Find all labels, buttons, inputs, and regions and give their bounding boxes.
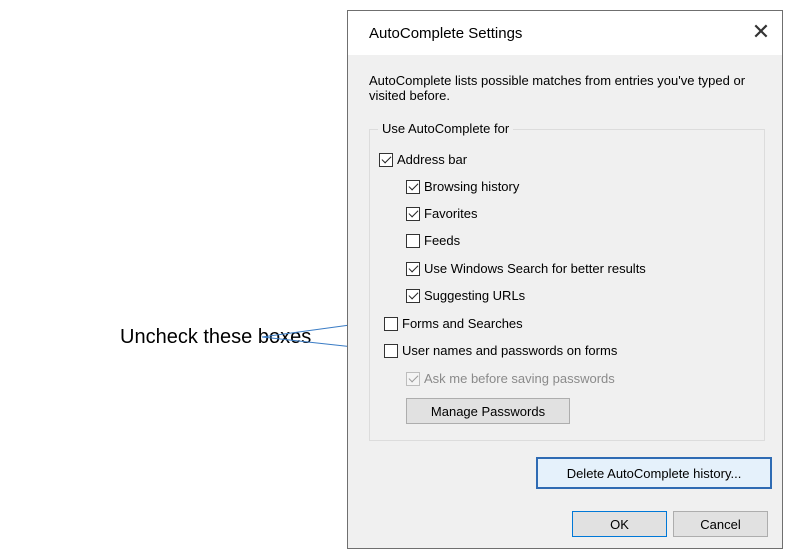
checkbox-box[interactable] xyxy=(406,179,420,194)
checkbox-suggesting-urls[interactable]: Suggesting URLs xyxy=(406,288,525,303)
checkbox-box[interactable] xyxy=(384,343,398,358)
dialog-title: AutoComplete Settings xyxy=(369,25,523,42)
checkbox-label: Forms and Searches xyxy=(402,316,523,331)
checkbox-box[interactable] xyxy=(406,233,420,248)
ok-button[interactable]: OK xyxy=(572,511,667,537)
checkbox-address-bar[interactable]: Address bar xyxy=(379,152,467,167)
checkbox-label: Use Windows Search for better results xyxy=(424,261,646,276)
checkbox-box[interactable] xyxy=(406,206,420,221)
checkbox-forms-and-searches[interactable]: Forms and Searches xyxy=(384,316,523,331)
checkbox-box[interactable] xyxy=(379,152,393,167)
checkbox-usernames-passwords[interactable]: User names and passwords on forms xyxy=(384,343,617,358)
description-text: AutoComplete lists possible matches from… xyxy=(369,73,746,103)
checkbox-box[interactable] xyxy=(406,261,420,276)
checkbox-label: Feeds xyxy=(424,233,461,248)
checkbox-windows-search[interactable]: Use Windows Search for better results xyxy=(406,261,646,276)
close-icon[interactable]: ✕ xyxy=(748,19,774,45)
delete-autocomplete-history-button[interactable]: Delete AutoComplete history... xyxy=(536,457,772,489)
cancel-button[interactable]: Cancel xyxy=(673,511,768,537)
checkbox-favorites[interactable]: Favorites xyxy=(406,206,477,221)
checkbox-label: Address bar xyxy=(397,152,468,167)
manage-passwords-button[interactable]: Manage Passwords xyxy=(406,398,570,424)
checkbox-box xyxy=(406,371,420,386)
autocomplete-settings-dialog: AutoComplete Settings ✕ AutoComplete lis… xyxy=(347,10,783,549)
checkbox-label: Favorites xyxy=(424,206,478,221)
checkbox-browsing-history[interactable]: Browsing history xyxy=(406,179,519,194)
checkbox-ask-before-saving: Ask me before saving passwords xyxy=(406,371,615,386)
checkbox-label: Suggesting URLs xyxy=(424,288,526,303)
checkbox-label: Ask me before saving passwords xyxy=(424,371,615,386)
checkbox-label: Browsing history xyxy=(424,179,520,194)
title-bar: AutoComplete Settings ✕ xyxy=(348,11,782,55)
checkbox-box[interactable] xyxy=(406,288,420,303)
checkbox-label: User names and passwords on forms xyxy=(402,343,618,358)
checkbox-box[interactable] xyxy=(384,316,398,331)
annotation-text: Uncheck these boxes xyxy=(120,326,312,348)
group-label: Use AutoComplete for xyxy=(378,121,514,136)
checkbox-feeds[interactable]: Feeds xyxy=(406,233,460,248)
use-autocomplete-group: Use AutoComplete for xyxy=(369,121,765,441)
